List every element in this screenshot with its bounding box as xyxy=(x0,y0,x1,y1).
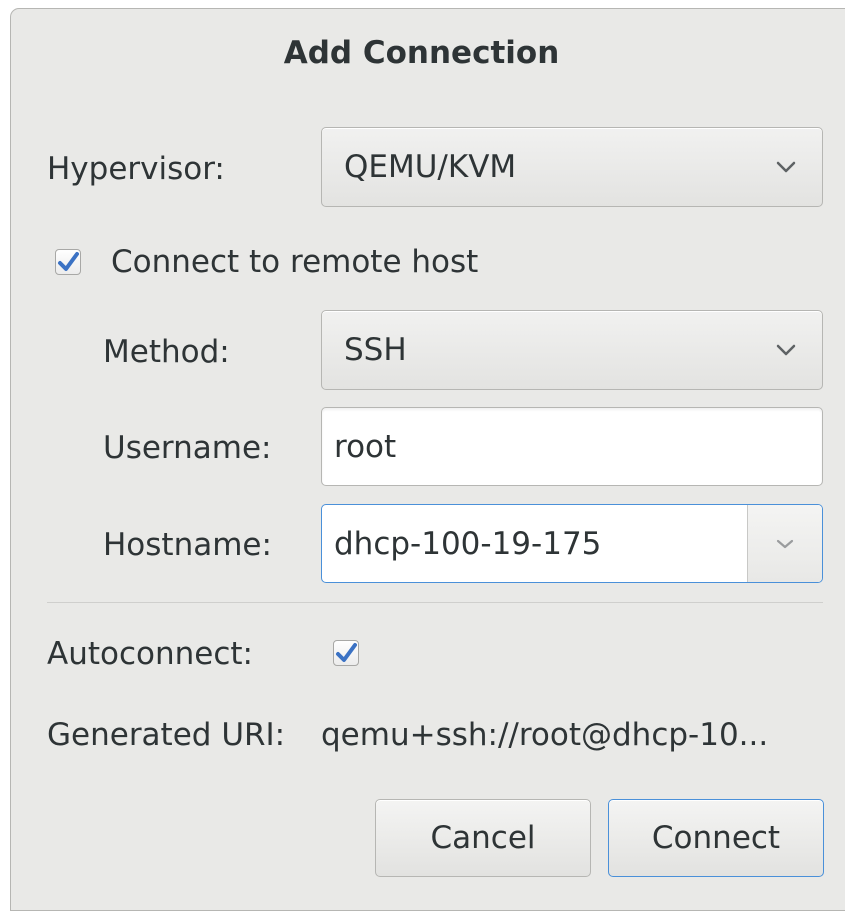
dialog-title: Add Connection xyxy=(283,35,560,71)
method-dropdown[interactable]: SSH xyxy=(321,310,823,390)
generated-uri-value: qemu+ssh://root@dhcp-10... xyxy=(321,717,769,753)
hypervisor-value: QEMU/KVM xyxy=(344,149,517,185)
hypervisor-dropdown[interactable]: QEMU/KVM xyxy=(321,127,823,207)
hostname-dropdown-button[interactable] xyxy=(747,505,822,582)
checkmark-icon xyxy=(58,252,79,271)
chevron-down-icon xyxy=(774,155,798,179)
generated-uri-label: Generated URI: xyxy=(47,717,286,753)
hypervisor-label: Hypervisor: xyxy=(47,151,225,187)
username-field[interactable]: root xyxy=(321,407,823,486)
connect-button[interactable]: Connect xyxy=(608,799,824,877)
checkmark-icon xyxy=(336,643,357,662)
add-connection-dialog: Add Connection Hypervisor: QEMU/KVM Conn… xyxy=(10,8,845,911)
remote-host-checkbox[interactable] xyxy=(55,249,81,275)
username-value: root xyxy=(334,428,397,465)
hostname-combo[interactable]: dhcp-100-19-175 xyxy=(321,504,823,583)
method-value: SSH xyxy=(344,332,407,368)
hostname-input[interactable]: dhcp-100-19-175 xyxy=(322,505,747,582)
separator xyxy=(47,602,823,603)
chevron-down-icon xyxy=(776,539,794,548)
autoconnect-label: Autoconnect: xyxy=(47,636,253,672)
autoconnect-checkbox[interactable] xyxy=(333,640,359,666)
username-label: Username: xyxy=(103,430,272,466)
method-label: Method: xyxy=(103,334,230,370)
hostname-label: Hostname: xyxy=(103,527,272,563)
cancel-button[interactable]: Cancel xyxy=(375,799,591,877)
hostname-value: dhcp-100-19-175 xyxy=(334,525,602,562)
remote-host-label[interactable]: Connect to remote host xyxy=(111,244,478,280)
chevron-down-icon xyxy=(774,338,798,362)
